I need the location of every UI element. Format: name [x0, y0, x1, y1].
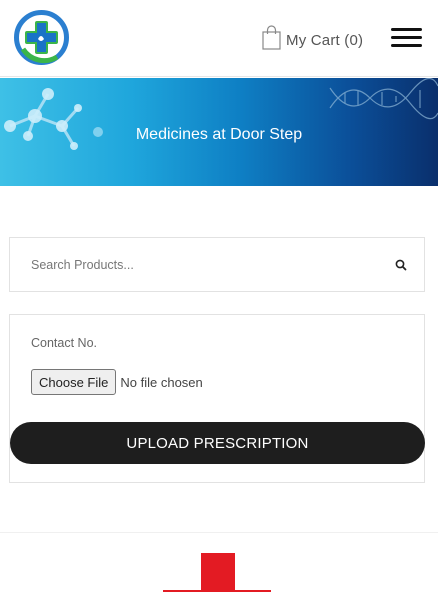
choose-file-button[interactable]: Choose File [31, 369, 117, 395]
search-icon[interactable] [394, 258, 408, 272]
my-cart-link[interactable]: My Cart (0) [262, 25, 363, 55]
banner-title: Medicines at Door Step [135, 126, 303, 143]
file-status-text: No file chosen [120, 374, 203, 390]
hero-banner: Medicines at Door Step [0, 78, 438, 186]
site-header: My Cart (0) [0, 0, 438, 77]
product-search-form [9, 237, 425, 292]
prescription-upload-form: Contact No. Choose File No file chosen U… [9, 314, 425, 483]
hamburger-menu-icon[interactable] [391, 28, 422, 48]
footer-section [0, 532, 438, 592]
red-cross-logo-icon [201, 553, 235, 592]
contact-number-label[interactable]: Contact No. [31, 336, 97, 350]
pharmacy-logo-icon[interactable] [13, 9, 70, 66]
cart-label: My Cart (0) [286, 31, 364, 49]
shopping-bag-icon [262, 25, 281, 55]
file-input: Choose File No file chosen [31, 369, 203, 395]
search-input[interactable] [11, 239, 381, 290]
upload-prescription-button[interactable]: UPLOAD PRESCRIPTION [10, 422, 425, 464]
